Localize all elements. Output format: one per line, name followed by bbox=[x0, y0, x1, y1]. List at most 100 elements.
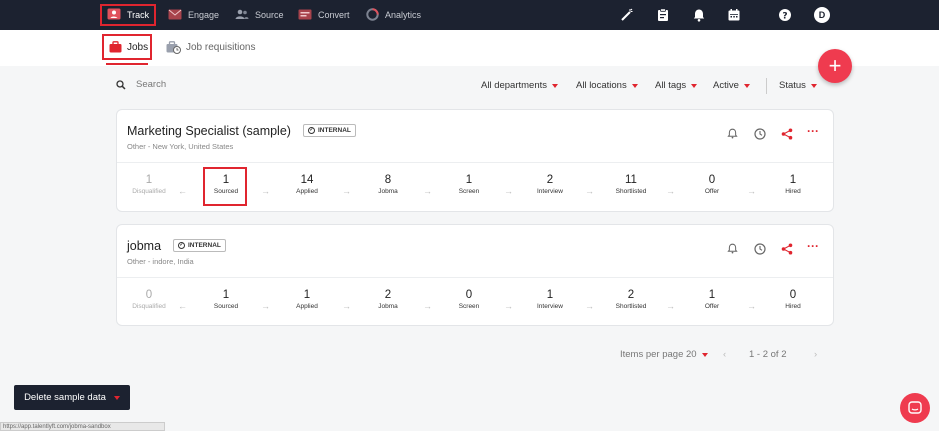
badge-label: INTERNAL bbox=[318, 127, 351, 134]
delete-button-label: Delete sample data bbox=[24, 392, 106, 403]
stage-hired[interactable]: 1 Hired bbox=[763, 174, 823, 195]
nav-item-label: Engage bbox=[188, 10, 220, 20]
internal-badge: ✓ INTERNAL bbox=[173, 239, 226, 252]
caret-down-icon bbox=[552, 83, 559, 88]
stage-hired[interactable]: 0 Hired bbox=[763, 289, 823, 310]
calendar-icon[interactable] bbox=[727, 8, 741, 22]
internal-badge: ✓ INTERNAL bbox=[303, 124, 356, 137]
stage-offer[interactable]: 1 Offer bbox=[682, 289, 742, 310]
add-job-button[interactable]: + bbox=[818, 49, 852, 83]
more-options-icon[interactable]: ··· bbox=[807, 124, 819, 138]
job-title[interactable]: jobma bbox=[127, 239, 161, 253]
next-page-icon[interactable]: › bbox=[814, 349, 817, 360]
tab-jobs[interactable]: Jobs bbox=[102, 34, 152, 60]
caret-down-icon bbox=[701, 352, 708, 357]
magic-wand-icon[interactable] bbox=[620, 8, 634, 22]
arrow-left-icon: ← bbox=[178, 186, 187, 196]
check-circle-icon: ✓ bbox=[308, 127, 315, 134]
arrow-right-icon: → bbox=[261, 301, 270, 311]
clock-icon[interactable] bbox=[754, 243, 766, 258]
clock-icon[interactable] bbox=[754, 128, 766, 143]
arrow-right-icon: → bbox=[423, 186, 432, 196]
stage-jobma[interactable]: 8 Jobma bbox=[358, 174, 418, 195]
nav-item-label: Convert bbox=[318, 10, 350, 20]
nav-item-source[interactable]: Source bbox=[235, 4, 284, 26]
arrow-right-icon: → bbox=[504, 186, 513, 196]
filter-label: Status bbox=[779, 80, 806, 91]
stage-applied[interactable]: 14 Applied bbox=[277, 174, 337, 195]
stage-screen[interactable]: 1 Screen bbox=[439, 174, 499, 195]
stage-offer[interactable]: 0 Offer bbox=[682, 174, 742, 195]
nav-item-engage[interactable]: Engage bbox=[168, 4, 219, 26]
filter-active[interactable]: Active bbox=[713, 80, 750, 91]
items-per-page-label: Items per page 20 bbox=[620, 349, 697, 360]
stage-disqualified[interactable]: 1 Disqualified bbox=[119, 174, 179, 195]
stage-interview[interactable]: 1 Interview bbox=[520, 289, 580, 310]
filter-tags[interactable]: All tags bbox=[655, 80, 698, 91]
card-divider bbox=[117, 162, 833, 163]
arrow-right-icon: → bbox=[666, 301, 675, 311]
bell-icon[interactable] bbox=[727, 243, 738, 257]
nav-item-analytics[interactable]: Analytics bbox=[366, 4, 421, 26]
arrow-right-icon: → bbox=[504, 301, 513, 311]
caret-down-icon bbox=[810, 83, 817, 88]
stage-shortlisted[interactable]: 11 Shortlisted bbox=[601, 174, 661, 195]
plus-icon: + bbox=[828, 53, 842, 78]
filter-label: All locations bbox=[576, 80, 627, 91]
arrow-left-icon: ← bbox=[178, 301, 187, 311]
stage-shortlisted[interactable]: 2 Shortlisted bbox=[601, 289, 661, 310]
caret-down-icon bbox=[743, 83, 750, 88]
search-bar[interactable]: Search bbox=[116, 79, 166, 90]
previous-page-icon[interactable]: ‹ bbox=[723, 349, 726, 360]
filter-status[interactable]: Status bbox=[779, 80, 817, 91]
search-input[interactable]: Search bbox=[136, 79, 166, 90]
svg-text:?: ? bbox=[782, 12, 787, 22]
stage-jobma[interactable]: 2 Jobma bbox=[358, 289, 418, 310]
highlight-box bbox=[203, 167, 247, 206]
top-navigation-bar: Track Engage Source Convert Analytics ? … bbox=[0, 0, 939, 30]
stage-applied[interactable]: 1 Applied bbox=[277, 289, 337, 310]
arrow-right-icon: → bbox=[747, 186, 756, 196]
pie-chart-icon bbox=[366, 7, 379, 23]
nav-item-label: Source bbox=[255, 10, 284, 20]
pipeline-stages: 0 Disqualified ← 1 Sourced → 1 Applied → 2J… bbox=[117, 289, 833, 329]
tab-label: Jobs bbox=[127, 41, 149, 53]
clipboard-icon[interactable] bbox=[656, 8, 670, 22]
filter-locations[interactable]: All locations bbox=[576, 80, 638, 91]
job-location: Other - indore, India bbox=[127, 257, 194, 266]
active-tab-underline bbox=[106, 63, 148, 65]
nav-item-convert[interactable]: Convert bbox=[298, 4, 350, 26]
person-badge-icon bbox=[107, 8, 121, 22]
bell-icon[interactable] bbox=[692, 8, 706, 22]
filter-label: Active bbox=[713, 80, 739, 91]
stage-disqualified[interactable]: 0 Disqualified bbox=[119, 289, 179, 310]
job-card[interactable]: jobma ✓ INTERNAL Other - indore, India ··… bbox=[116, 224, 834, 326]
share-icon[interactable] bbox=[781, 243, 793, 258]
bell-icon[interactable] bbox=[727, 128, 738, 142]
briefcase-clock-icon bbox=[166, 40, 181, 54]
stage-sourced[interactable]: 1 Sourced bbox=[196, 289, 256, 310]
people-icon bbox=[235, 9, 249, 22]
badge-label: INTERNAL bbox=[188, 242, 221, 249]
delete-sample-data-button[interactable]: Delete sample data bbox=[14, 385, 130, 410]
share-icon[interactable] bbox=[781, 128, 793, 143]
filter-departments[interactable]: All departments bbox=[481, 80, 559, 91]
items-per-page-select[interactable]: Items per page 20 bbox=[620, 349, 708, 360]
chat-icon bbox=[908, 401, 922, 415]
arrow-right-icon: → bbox=[585, 301, 594, 311]
page-range: 1 - 2 of 2 bbox=[749, 349, 787, 360]
tab-label: Job requisitions bbox=[186, 41, 256, 53]
help-icon[interactable]: ? bbox=[778, 8, 792, 22]
stage-screen[interactable]: 0 Screen bbox=[439, 289, 499, 310]
sub-navigation-bar: Jobs Job requisitions bbox=[0, 30, 939, 66]
caret-down-icon bbox=[631, 83, 638, 88]
job-title[interactable]: Marketing Specialist (sample) bbox=[127, 124, 291, 138]
more-options-icon[interactable]: ··· bbox=[807, 239, 819, 253]
stage-interview[interactable]: 2 Interview bbox=[520, 174, 580, 195]
chat-launcher-button[interactable] bbox=[900, 393, 930, 423]
filter-label: All departments bbox=[481, 80, 548, 91]
nav-item-track[interactable]: Track bbox=[100, 4, 157, 26]
user-avatar[interactable]: D bbox=[814, 7, 830, 23]
tab-job-requisitions[interactable]: Job requisitions bbox=[166, 34, 255, 60]
briefcase-icon bbox=[109, 41, 122, 53]
